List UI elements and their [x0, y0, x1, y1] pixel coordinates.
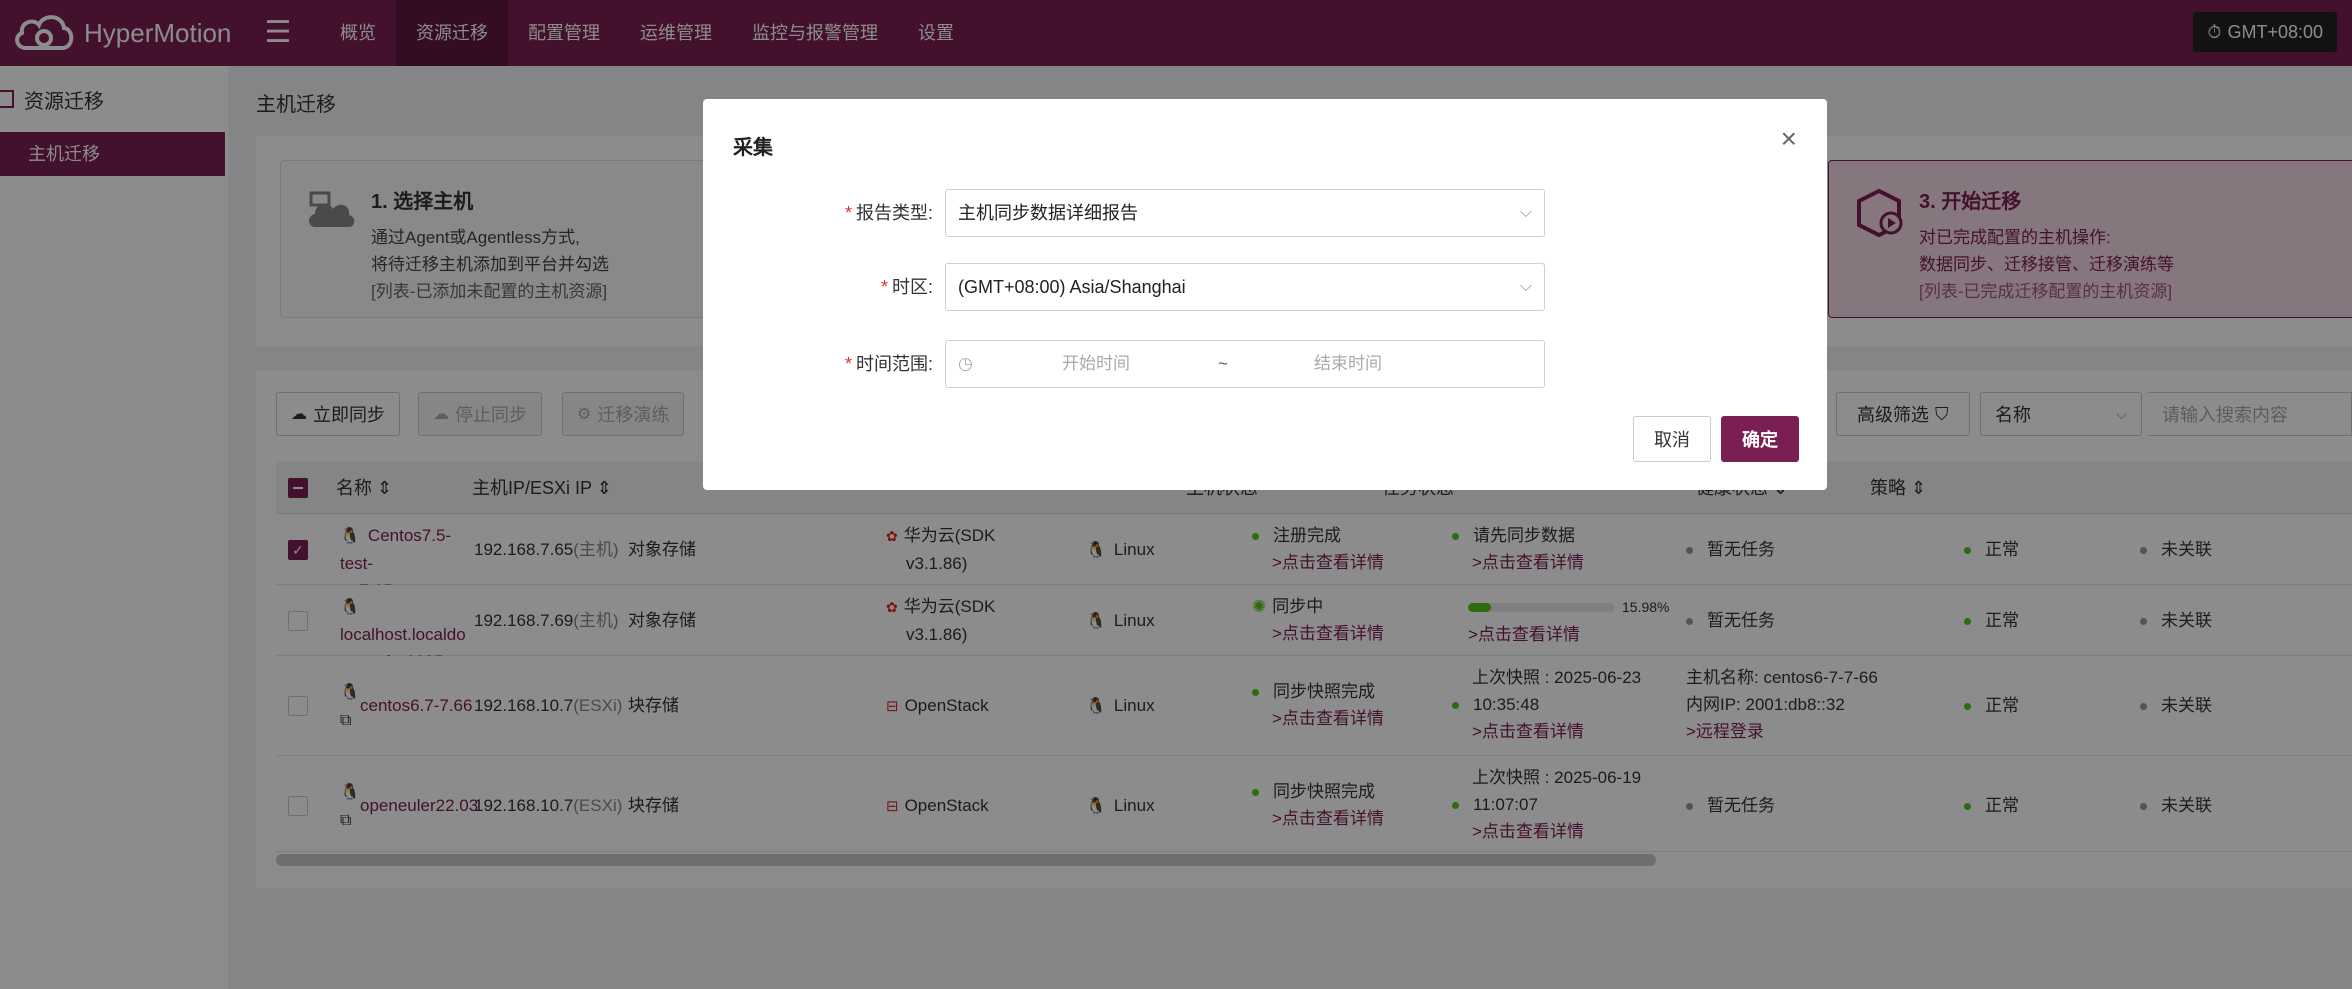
report-type-select[interactable]: 主机同步数据详细报告 ⌵ — [945, 189, 1545, 237]
time-range-picker[interactable]: ◷ 开始时间 ~ 结束时间 — [945, 340, 1545, 388]
timezone-label: * 时区: — [880, 277, 933, 297]
end-time-input[interactable]: 结束时间 — [1314, 341, 1382, 387]
time-range-row: * 时间范围: ◷ 开始时间 ~ 结束时间 — [703, 340, 1827, 390]
timezone-value: (GMT+08:00) Asia/Shanghai — [958, 277, 1186, 297]
timezone-select[interactable]: (GMT+08:00) Asia/Shanghai ⌵ — [945, 263, 1545, 311]
start-time-input[interactable]: 开始时间 — [1062, 341, 1130, 387]
cancel-button[interactable]: 取消 — [1633, 416, 1711, 462]
dialog-title: 采集 — [733, 137, 773, 159]
clock-icon: ◷ — [958, 354, 973, 373]
report-type-label: * 报告类型: — [844, 203, 933, 223]
time-range-label: * 时间范围: — [844, 354, 933, 374]
confirm-button[interactable]: 确定 — [1721, 416, 1799, 462]
range-separator: ~ — [1218, 354, 1228, 373]
report-type-value: 主机同步数据详细报告 — [958, 203, 1138, 223]
chevron-down-icon: ⌵ — [1519, 204, 1532, 221]
collect-dialog: 采集 × * 报告类型: 主机同步数据详细报告 ⌵ * 时区: (GMT+08:00… — [703, 99, 1827, 490]
chevron-down-icon: ⌵ — [1519, 278, 1532, 295]
timezone-row: * 时区: (GMT+08:00) Asia/Shanghai ⌵ — [703, 263, 1827, 313]
close-icon[interactable]: × — [1781, 123, 1797, 155]
report-type-row: * 报告类型: 主机同步数据详细报告 ⌵ — [703, 189, 1827, 239]
